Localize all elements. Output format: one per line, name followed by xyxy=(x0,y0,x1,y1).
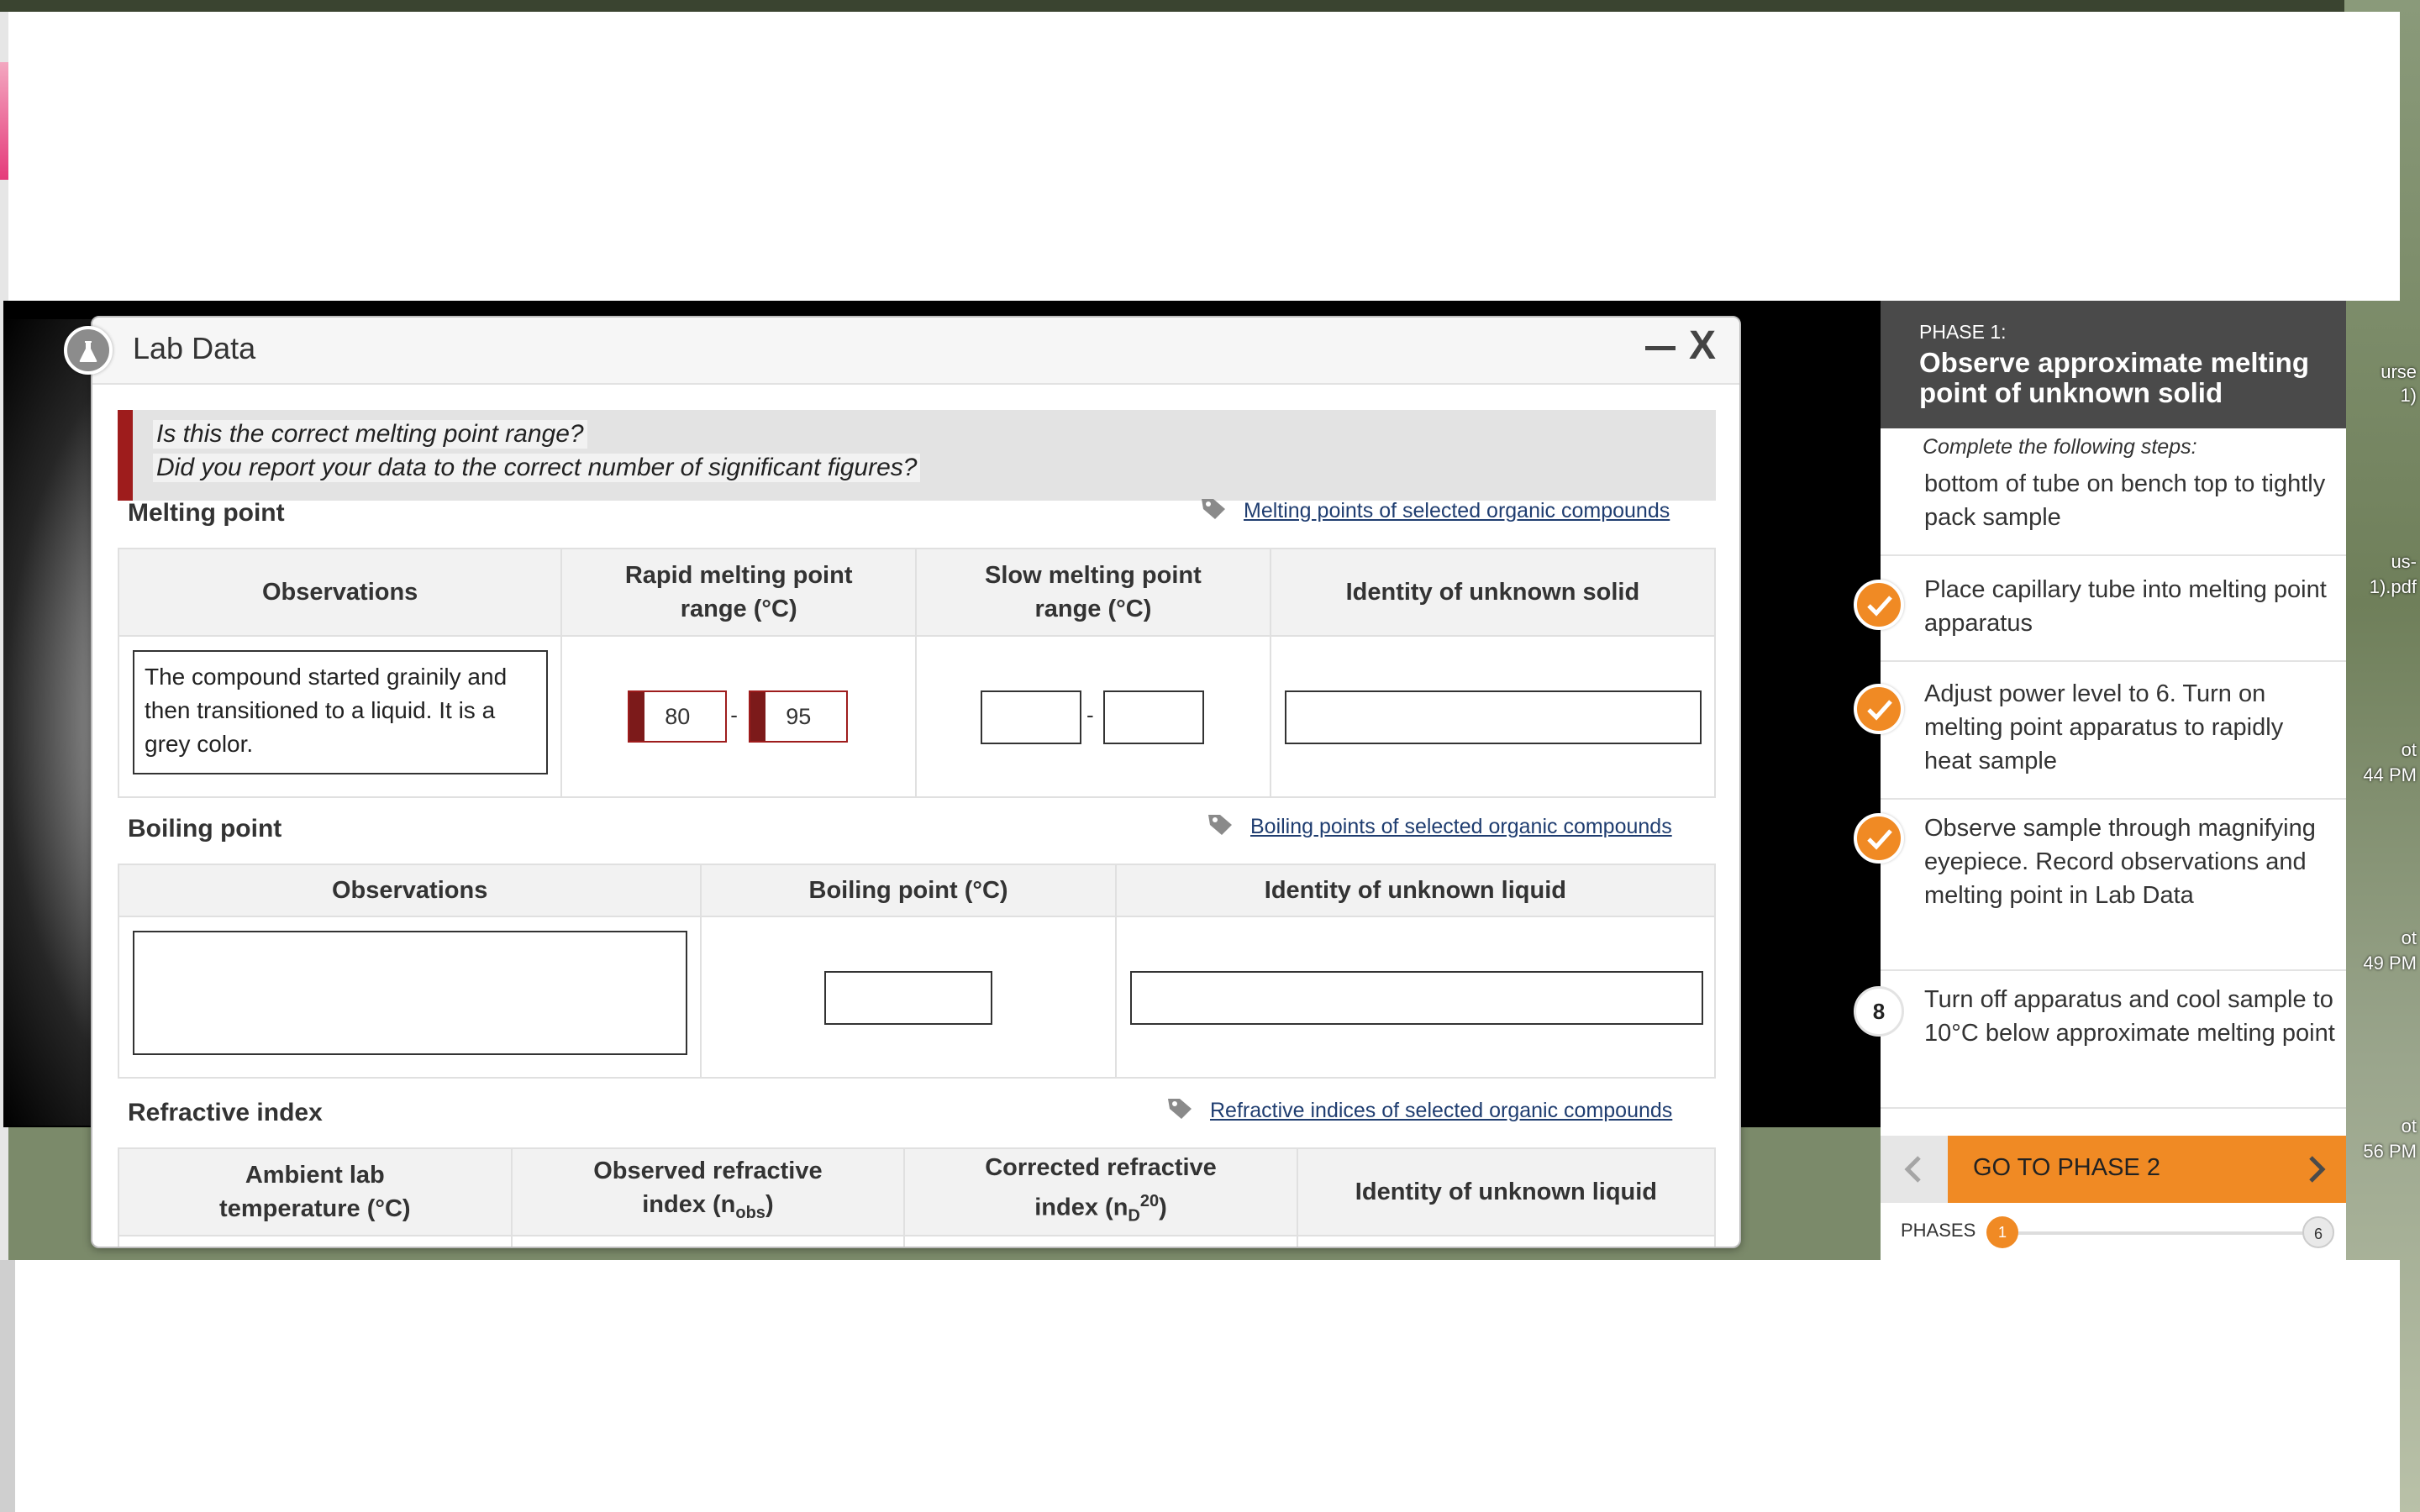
next-phase-button[interactable]: GO TO PHASE 2 xyxy=(1881,1136,2346,1203)
boiling-observations-field[interactable] xyxy=(133,931,687,1055)
boiling-points-reference-link[interactable]: Boiling points of selected organic compo… xyxy=(1250,815,1672,839)
phase-name: Observe approximate melting point of unk… xyxy=(1919,347,2309,408)
dialog-header: Lab Data X xyxy=(92,318,1739,385)
steps-intro: Complete the following steps: xyxy=(1923,435,2197,459)
desktop-file-label[interactable]: 56 PM xyxy=(2349,1141,2417,1163)
feedback-warning: Is this the correct melting point range?… xyxy=(118,410,1716,501)
desktop-file-label[interactable]: urse xyxy=(2349,361,2417,383)
chevron-left-icon xyxy=(1904,1156,1921,1183)
warning-line-2: Did you report your data to the correct … xyxy=(153,454,921,482)
identity-liquid-input[interactable] xyxy=(1129,971,1703,1025)
boiling-point-cell xyxy=(700,916,1117,1079)
step-number-badge: 8 xyxy=(1854,986,1904,1037)
desktop-file-label[interactable]: 1).pdf xyxy=(2349,576,2417,598)
column-header: Identity of unknown liquid xyxy=(1114,864,1717,917)
identity-solid-input[interactable] xyxy=(1284,690,1702,744)
step-text: Turn off apparatus and cool sample to 10… xyxy=(1924,986,2335,1047)
phase-progress-track xyxy=(1998,1231,2317,1235)
desktop-file-label[interactable]: ot xyxy=(2349,1116,2417,1137)
flask-icon xyxy=(64,326,113,375)
phase-header: PHASE 1: Observe approximate melting poi… xyxy=(1881,301,2346,428)
observations-cell xyxy=(117,916,702,1079)
step-text: bottom of tube on bench top to tightly p… xyxy=(1924,470,2326,531)
desktop-file-label[interactable]: 1) xyxy=(2349,385,2417,407)
column-header: Ambient lab temperature (°C) xyxy=(118,1147,513,1236)
column-header: Observations xyxy=(117,548,563,637)
observations-cell: The compound started grainily and then t… xyxy=(117,635,563,798)
boiling-point-title: Boiling point xyxy=(128,815,282,843)
rapid-high-input[interactable]: 95 xyxy=(749,690,849,743)
step-item: Observe sample through magnifying eyepie… xyxy=(1854,800,2346,971)
column-header: Identity of unknown liquid xyxy=(1296,1147,1717,1236)
identity-liquid-cell xyxy=(1114,916,1717,1079)
melting-observations-field[interactable]: The compound started grainily and then t… xyxy=(133,650,548,774)
step-item: 8 Turn off apparatus and cool sample to … xyxy=(1854,971,2346,1109)
column-header: Identity of unknown solid xyxy=(1269,548,1717,637)
checkmark-icon xyxy=(1854,684,1904,734)
step-item: Place capillary tube into melting point … xyxy=(1854,558,2346,662)
warning-line-1: Is this the correct melting point range? xyxy=(153,420,587,449)
column-header: Corrected refractive index (nD20) xyxy=(903,1147,1298,1236)
phases-label: PHASES xyxy=(1901,1220,1976,1241)
phase-progress: PHASES 1 6 xyxy=(1881,1203,2346,1260)
browser-content-bottom xyxy=(3,1260,2400,1512)
desktop-file-label[interactable]: 44 PM xyxy=(2349,764,2417,786)
desktop-file-label[interactable]: us- xyxy=(2349,551,2417,573)
rapid-low-input[interactable]: 80 xyxy=(628,690,728,743)
step-text: Adjust power level to 6. Turn on melting… xyxy=(1924,680,2284,774)
rapid-range-cell: 80 - 95 xyxy=(560,635,918,798)
browser-content-top xyxy=(3,12,2400,301)
boiling-point-table: Observations Boiling point (°C) Identity… xyxy=(117,864,1717,1079)
previous-phase-button[interactable] xyxy=(1881,1136,1948,1203)
phase-number: PHASE 1: xyxy=(1919,321,2007,343)
step-item: bottom of tube on bench top to tightly p… xyxy=(1881,465,2346,556)
chevron-right-icon xyxy=(2309,1156,2326,1183)
melting-point-title: Melting point xyxy=(128,499,285,527)
close-button[interactable]: X xyxy=(1689,323,1716,369)
desktop-file-label[interactable]: ot xyxy=(2349,739,2417,761)
slow-high-input[interactable] xyxy=(1103,690,1205,744)
tag-icon xyxy=(1168,1099,1192,1119)
slow-low-input[interactable] xyxy=(981,690,1082,744)
melting-point-table: Observations Rapid melting point range (… xyxy=(117,548,1717,798)
identity-solid-cell xyxy=(1269,635,1717,798)
current-phase-dot[interactable]: 1 xyxy=(1986,1216,2018,1248)
refractive-index-title: Refractive index xyxy=(128,1099,323,1126)
step-text: Place capillary tube into melting point … xyxy=(1924,576,2327,637)
next-phase-label: GO TO PHASE 2 xyxy=(1973,1154,2160,1181)
checkmark-icon xyxy=(1854,813,1904,864)
lab-data-dialog: Lab Data X Is this the correct melting p… xyxy=(91,316,1741,1248)
column-header: Observations xyxy=(117,864,702,917)
system-menu-bar xyxy=(0,0,2420,12)
boiling-point-input[interactable] xyxy=(824,971,993,1025)
tag-icon xyxy=(1208,815,1232,835)
column-header: Rapid melting point range (°C) xyxy=(560,548,918,637)
column-header: Slow melting point range (°C) xyxy=(915,548,1271,637)
step-text: Observe sample through magnifying eyepie… xyxy=(1924,815,2316,909)
last-phase-dot[interactable]: 6 xyxy=(2302,1216,2334,1248)
dialog-title: Lab Data xyxy=(133,331,256,365)
desktop-file-label[interactable]: 49 PM xyxy=(2349,953,2417,974)
step-item: Adjust power level to 6. Turn on melting… xyxy=(1854,662,2346,800)
range-separator: - xyxy=(1086,702,1094,727)
phase-panel: PHASE 1: Observe approximate melting poi… xyxy=(1854,301,2346,1260)
desktop-file-label[interactable]: ot xyxy=(2349,927,2417,949)
checkmark-icon xyxy=(1854,580,1904,630)
refractive-index-table: Ambient lab temperature (°C) Observed re… xyxy=(118,1147,1717,1247)
refractive-indices-reference-link[interactable]: Refractive indices of selected organic c… xyxy=(1210,1099,1672,1123)
browser-edge-bottom xyxy=(0,1260,15,1512)
slow-range-cell: - xyxy=(915,635,1271,798)
melting-points-reference-link[interactable]: Melting points of selected organic compo… xyxy=(1244,499,1670,523)
minimize-button[interactable] xyxy=(1645,346,1676,350)
range-separator: - xyxy=(730,702,738,727)
column-header: Boiling point (°C) xyxy=(700,864,1117,917)
tag-icon xyxy=(1202,499,1225,519)
column-header: Observed refractive index (nobs) xyxy=(510,1147,906,1236)
